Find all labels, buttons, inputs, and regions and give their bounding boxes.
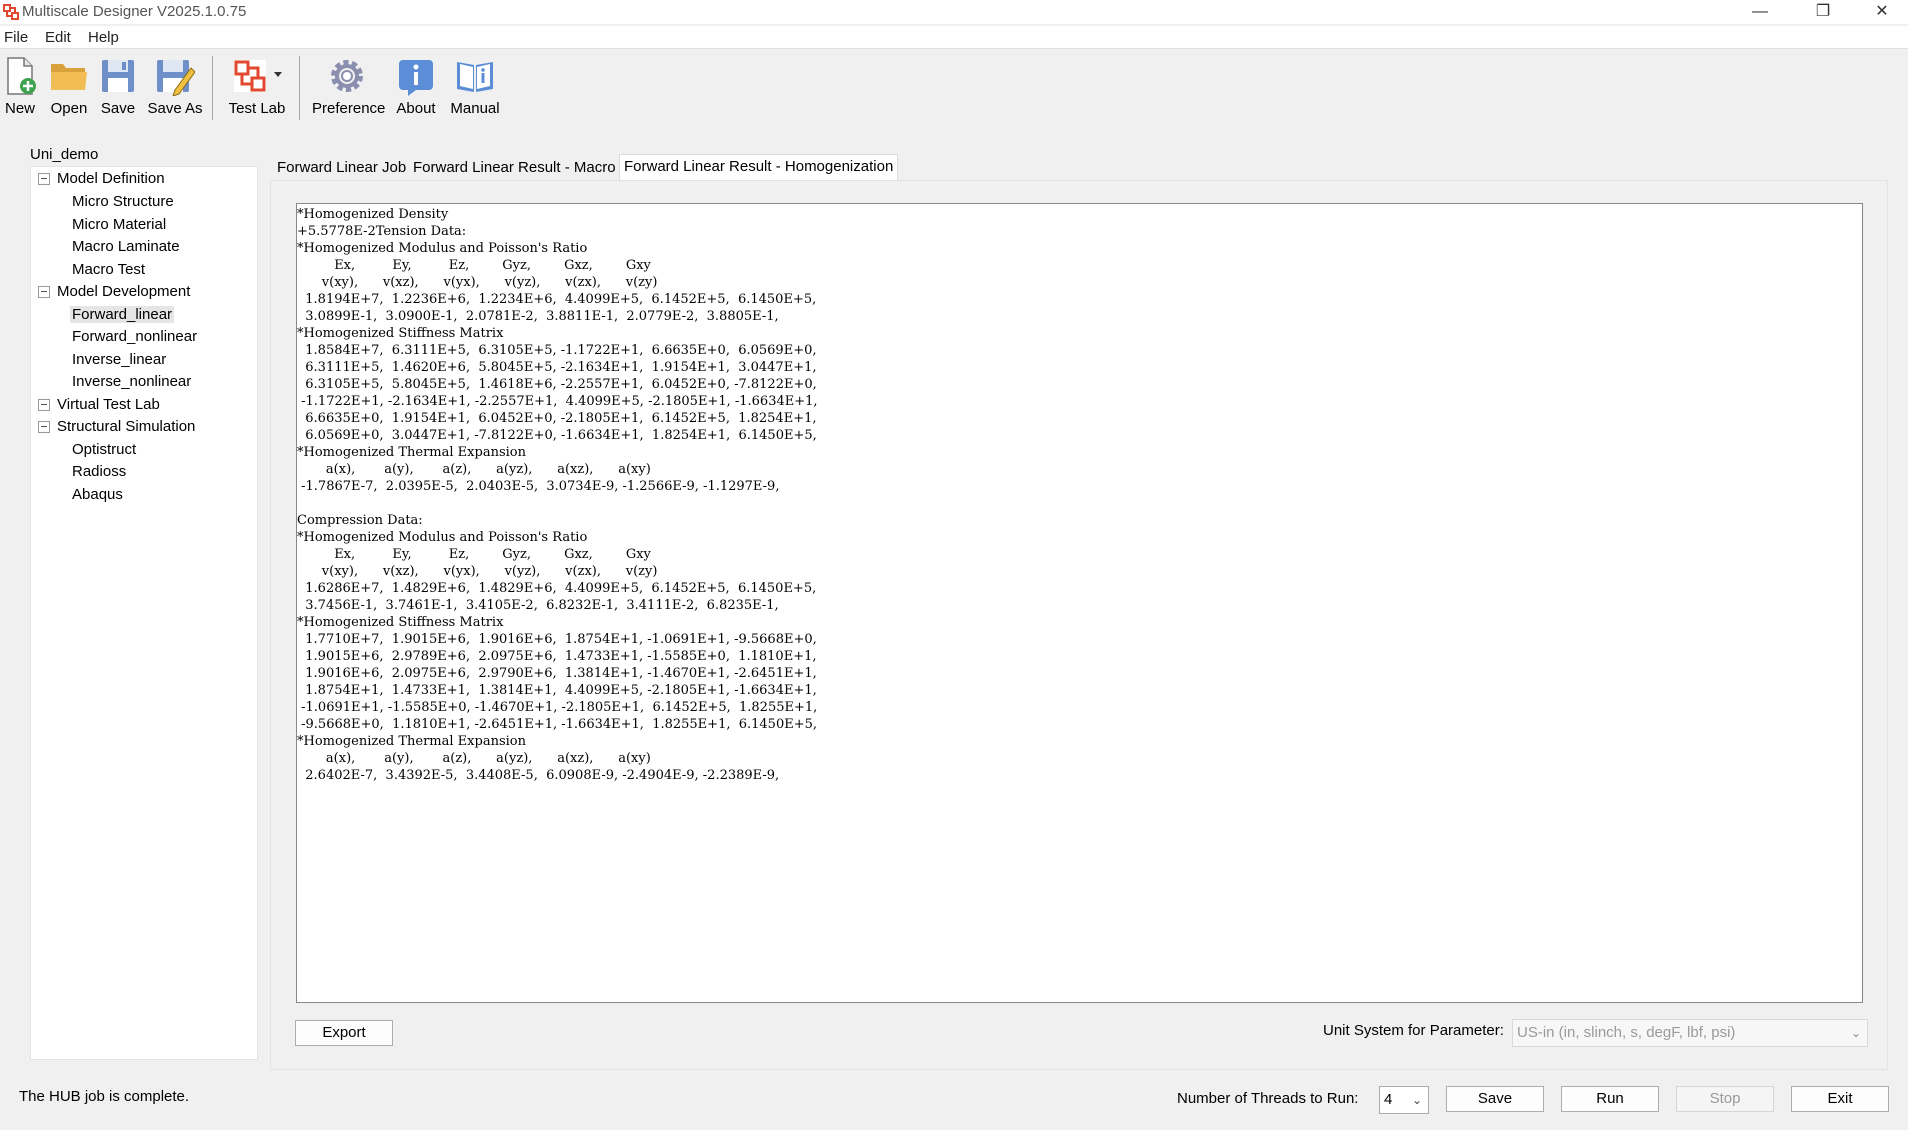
folder-open-icon	[51, 64, 87, 90]
tree-item-inverse-linear[interactable]: Inverse_linear	[72, 351, 166, 368]
save-toolbar-button[interactable]: Save	[100, 56, 136, 117]
manual-label: Manual	[450, 100, 500, 117]
about-button[interactable]: About	[393, 56, 439, 117]
tree-item-micro-material[interactable]: Micro Material	[72, 216, 166, 233]
collapse-icon[interactable]	[38, 399, 50, 411]
tree-item-micro-structure[interactable]: Micro Structure	[72, 193, 174, 210]
minimize-button[interactable]: —	[1740, 2, 1780, 22]
result-text-area[interactable]: *Homogenized Density +5.5778E-2Tension D…	[296, 203, 1863, 1003]
about-label: About	[396, 100, 436, 117]
save-toolbar-label: Save	[100, 100, 136, 117]
export-button[interactable]: Export	[295, 1020, 393, 1046]
preference-label: Preference	[312, 100, 386, 117]
tree-group-structural-simulation[interactable]: Structural Simulation	[57, 418, 195, 435]
unit-system-label: Unit System for Parameter:	[1323, 1022, 1504, 1039]
tree-group-model-definition[interactable]: Model Definition	[57, 170, 165, 187]
tree-item-inverse-nonlinear[interactable]: Inverse_nonlinear	[72, 373, 191, 390]
title-bar: Multiscale Designer V2025.1.0.75 — ❐ ✕	[0, 0, 1908, 24]
project-name: Uni_demo	[30, 146, 99, 163]
unit-system-select[interactable]: US-in (in, slinch, s, degF, lbf, psi) ⌄	[1512, 1019, 1868, 1047]
restore-button[interactable]: ❐	[1803, 2, 1843, 22]
tree-group-virtual-test-lab[interactable]: Virtual Test Lab	[57, 396, 160, 413]
tree-item-abaqus[interactable]: Abaqus	[72, 486, 123, 503]
tree-item-macro-test[interactable]: Macro Test	[72, 261, 145, 278]
tree-item-optistruct[interactable]: Optistruct	[72, 441, 136, 458]
floppy-save-icon	[102, 60, 134, 92]
window-title: Multiscale Designer V2025.1.0.75	[22, 3, 247, 20]
result-text: *Homogenized Density +5.5778E-2Tension D…	[297, 207, 818, 783]
toolbar-separator	[212, 56, 213, 120]
status-text: The HUB job is complete.	[19, 1088, 190, 1105]
app-logo-icon	[3, 4, 19, 20]
chevron-down-icon: ⌄	[1411, 1093, 1422, 1107]
info-icon	[399, 60, 433, 96]
menu-help[interactable]: Help	[88, 29, 119, 46]
new-button[interactable]: New	[2, 56, 38, 117]
save-as-icon	[157, 60, 195, 96]
collapse-icon[interactable]	[38, 286, 50, 298]
test-lab-button[interactable]: Test Lab	[226, 56, 288, 117]
menu-file[interactable]: File	[4, 29, 28, 46]
toolbar-separator	[299, 56, 300, 120]
collapse-icon[interactable]	[38, 421, 50, 433]
preference-button[interactable]: Preference	[312, 56, 386, 117]
threads-label: Number of Threads to Run:	[1177, 1090, 1359, 1107]
toolbar: New Open Save Save As Test Lab Preferenc…	[0, 50, 1908, 124]
book-icon	[457, 62, 493, 92]
close-button[interactable]: ✕	[1862, 2, 1902, 22]
save-button[interactable]: Save	[1446, 1086, 1544, 1112]
tree-item-macro-laminate[interactable]: Macro Laminate	[72, 238, 180, 255]
tree-item-radioss[interactable]: Radioss	[72, 463, 126, 480]
exit-button[interactable]: Exit	[1791, 1086, 1889, 1112]
tree-item-forward-nonlinear[interactable]: Forward_nonlinear	[72, 328, 197, 345]
manual-button[interactable]: Manual	[448, 56, 502, 117]
new-file-icon	[7, 57, 36, 95]
run-button[interactable]: Run	[1561, 1086, 1659, 1112]
test-lab-icon	[234, 60, 282, 92]
save-as-label: Save As	[147, 100, 203, 117]
collapse-icon[interactable]	[38, 173, 50, 185]
tab-forward-linear-job[interactable]: Forward Linear Job	[273, 156, 410, 180]
gear-icon	[331, 60, 363, 92]
threads-value: 4	[1384, 1091, 1393, 1108]
open-label: Open	[50, 100, 88, 117]
threads-select[interactable]: 4 ⌄	[1379, 1086, 1429, 1114]
menu-bar: File Edit Help	[0, 26, 1908, 49]
tree-group-model-development[interactable]: Model Development	[57, 283, 190, 300]
menu-edit[interactable]: Edit	[45, 29, 71, 46]
unit-system-value: US-in (in, slinch, s, degF, lbf, psi)	[1517, 1024, 1736, 1041]
chevron-down-icon: ⌄	[1850, 1026, 1861, 1040]
tree-item-forward-linear[interactable]: Forward_linear	[70, 306, 175, 323]
tab-forward-linear-result-homogenization[interactable]: Forward Linear Result - Homogenization	[619, 154, 899, 181]
model-tree: Model Definition Micro Structure Micro M…	[30, 166, 258, 1060]
open-button[interactable]: Open	[48, 56, 90, 117]
save-as-button[interactable]: Save As	[146, 56, 204, 117]
new-label: New	[4, 100, 35, 117]
test-lab-label: Test Lab	[228, 100, 286, 117]
stop-button[interactable]: Stop	[1676, 1086, 1774, 1112]
tab-forward-linear-result-macro[interactable]: Forward Linear Result - Macro	[409, 156, 620, 180]
